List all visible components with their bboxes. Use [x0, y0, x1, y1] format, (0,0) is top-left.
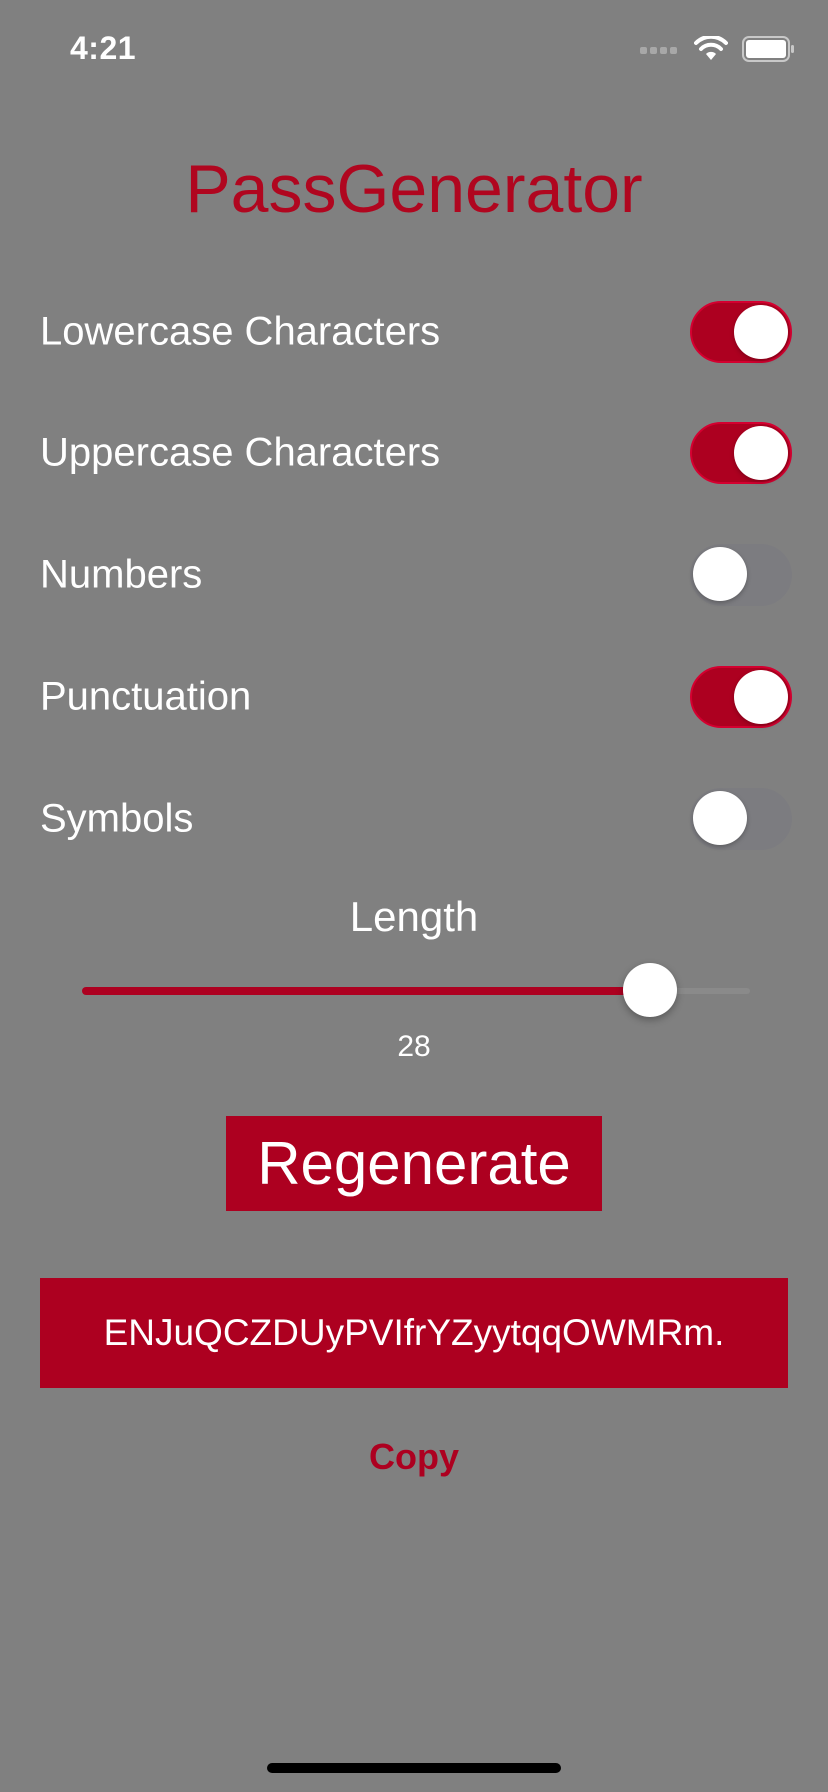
option-row-symbols: Symbols: [40, 784, 792, 854]
option-label-numbers: Numbers: [40, 552, 203, 597]
option-label-symbols: Symbols: [40, 796, 194, 841]
option-row-punctuation: Punctuation: [40, 662, 792, 732]
length-value: 28: [397, 1030, 431, 1063]
slider-thumb[interactable]: [622, 963, 677, 1017]
wifi-icon: [694, 34, 728, 67]
battery-icon: [742, 36, 796, 67]
toggle-knob: [734, 305, 788, 359]
slider-fill: [82, 987, 650, 995]
uppercase-toggle[interactable]: [690, 422, 792, 484]
toggle-knob: [734, 670, 788, 724]
home-indicator: [267, 1763, 561, 1773]
toggle-knob: [693, 547, 747, 601]
option-row-lowercase: Lowercase Characters: [40, 297, 792, 367]
regenerate-button[interactable]: Regenerate: [226, 1116, 602, 1211]
status-time: 4:21: [70, 30, 137, 66]
option-label-uppercase: Uppercase Characters: [40, 430, 441, 475]
copy-button[interactable]: Copy: [0, 1436, 828, 1478]
punctuation-toggle[interactable]: [690, 666, 792, 728]
option-label-lowercase: Lowercase Characters: [40, 309, 441, 354]
length-slider[interactable]: [82, 960, 750, 1020]
toggle-knob: [734, 426, 788, 480]
app-title: PassGenerator: [185, 151, 643, 227]
length-label: Length: [349, 893, 479, 940]
status-icons: [640, 34, 796, 67]
status-bar: 4:21: [0, 0, 828, 100]
password-display: ENJuQCZDUyPVIfrYZyytqqOWMRm.: [40, 1278, 788, 1388]
option-row-uppercase: Uppercase Characters: [40, 418, 792, 488]
lowercase-toggle[interactable]: [690, 301, 792, 363]
numbers-toggle[interactable]: [690, 544, 792, 606]
signal-dots-icon: [640, 43, 680, 61]
option-label-punctuation: Punctuation: [40, 674, 252, 719]
option-row-numbers: Numbers: [40, 540, 792, 610]
toggle-knob: [693, 791, 747, 845]
symbols-toggle[interactable]: [690, 788, 792, 850]
